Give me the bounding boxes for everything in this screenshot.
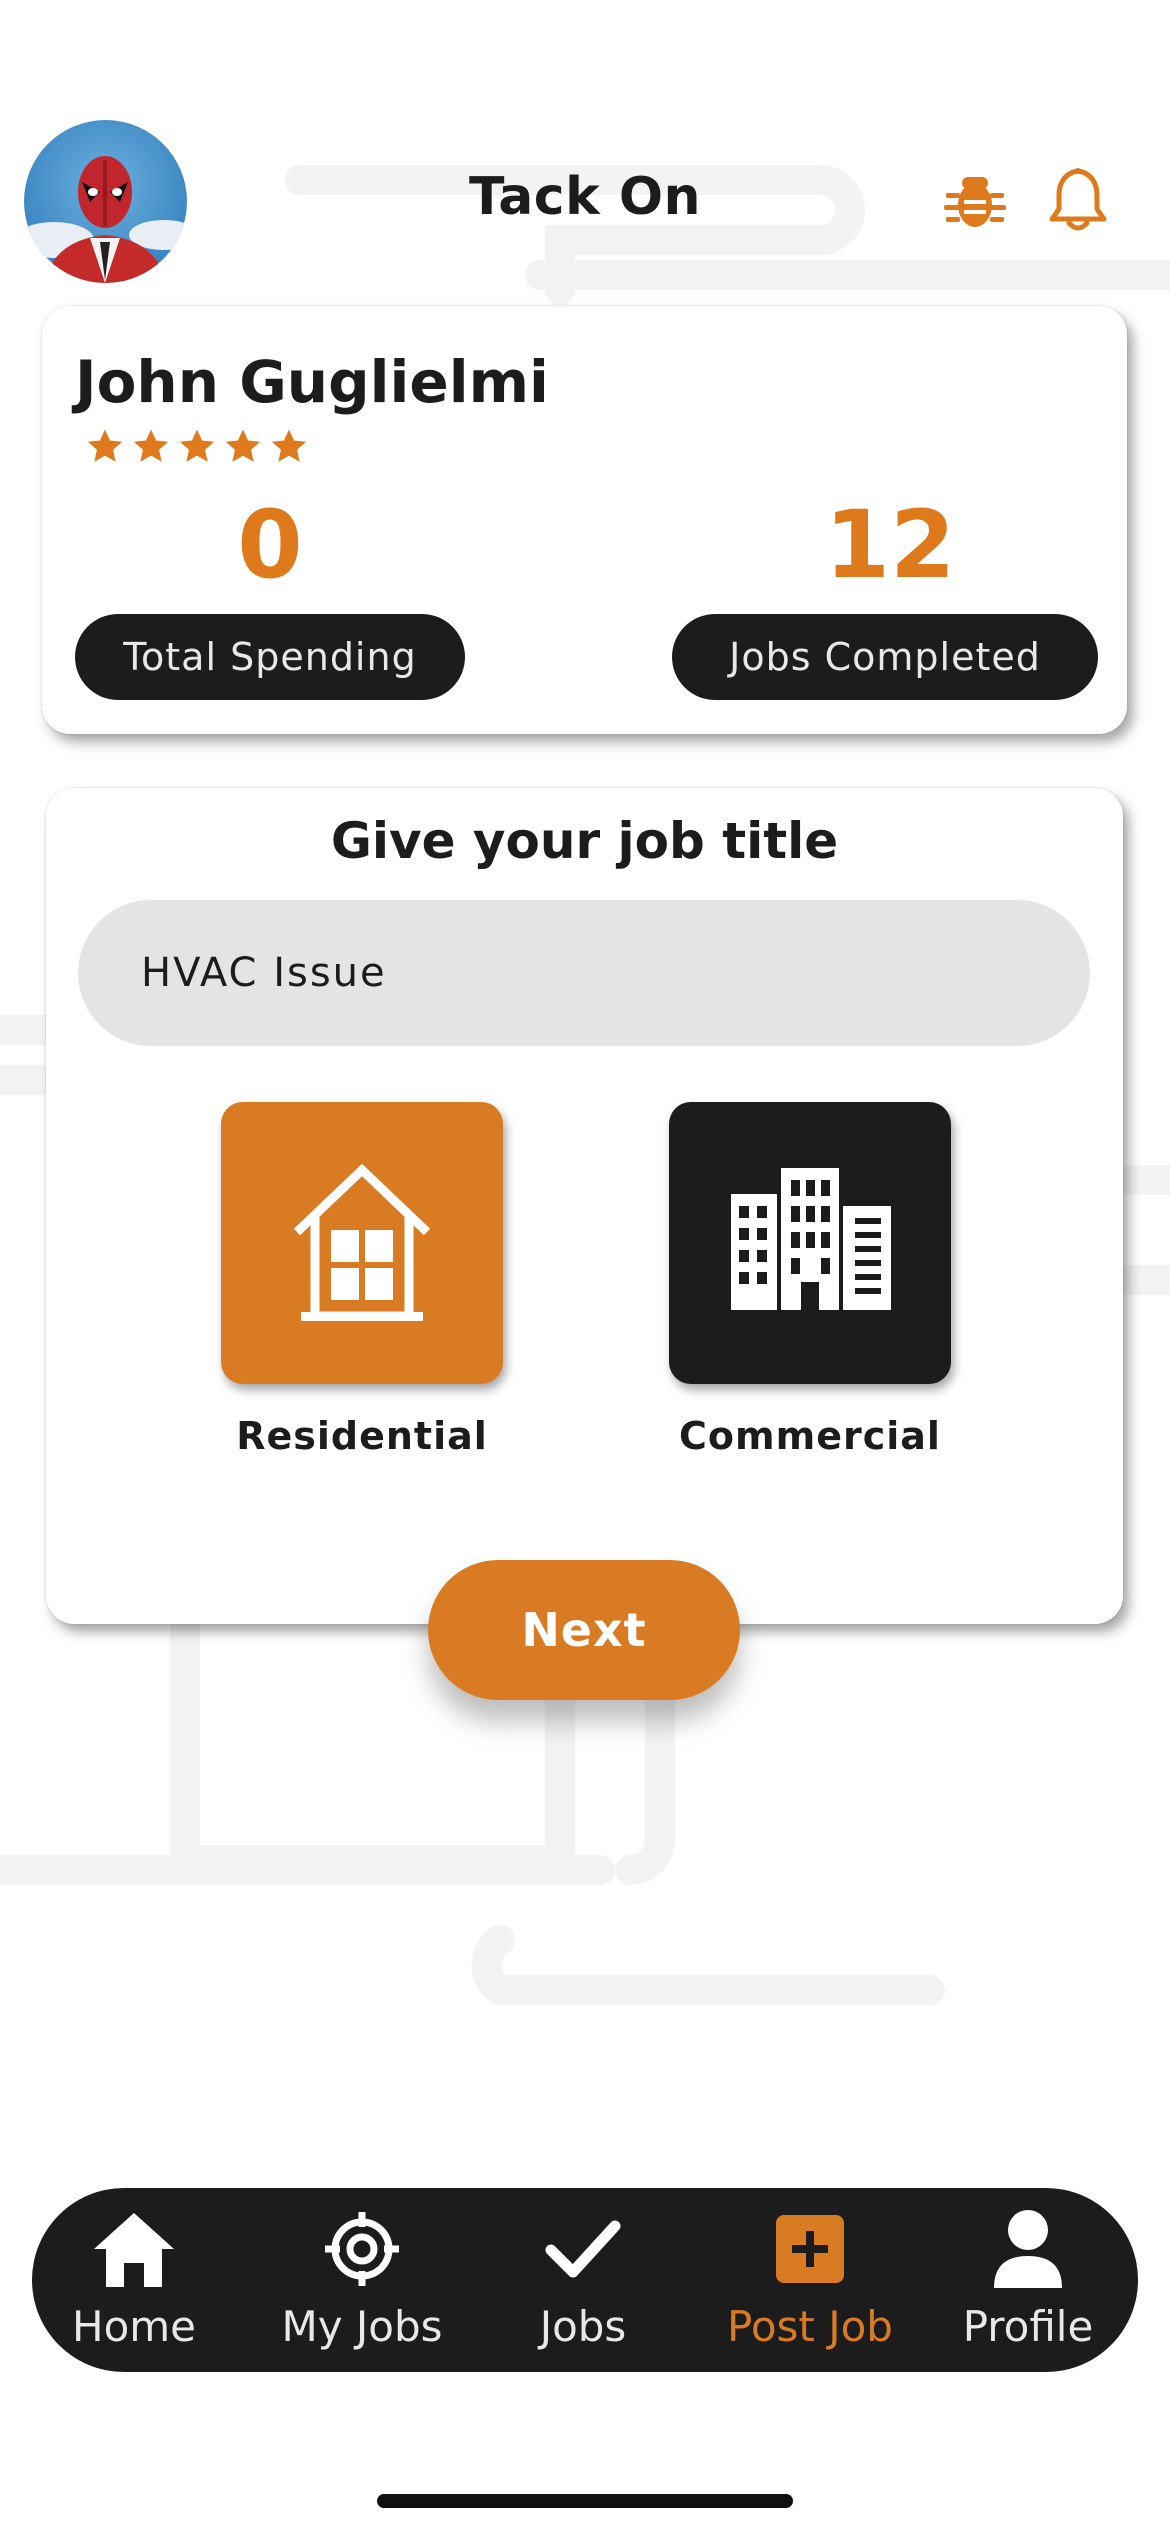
- notification-bell-icon[interactable]: [1043, 165, 1113, 235]
- person-icon: [984, 2208, 1072, 2290]
- checkmark-icon: [539, 2208, 627, 2290]
- tab-jobs[interactable]: Jobs: [478, 2188, 688, 2372]
- star-icon: [271, 429, 307, 462]
- tab-profile[interactable]: Profile: [923, 2188, 1133, 2372]
- job-title-input[interactable]: [78, 900, 1090, 1046]
- residential-tile[interactable]: [221, 1102, 503, 1384]
- star-rating: [84, 426, 310, 468]
- job-title-heading: Give your job title: [330, 812, 839, 870]
- bug-report-icon[interactable]: [940, 165, 1010, 235]
- tab-post-job-label: Post Job: [727, 2302, 893, 2351]
- top-header: Tack On: [0, 115, 1170, 290]
- commercial-option[interactable]: Commercial: [669, 1102, 951, 1458]
- residential-label: Residential: [236, 1414, 488, 1458]
- user-name: John Guglielmi: [75, 348, 549, 416]
- star-icon: [87, 429, 123, 462]
- profile-summary-card: John Guglielmi 0 12 Total Spending Jobs …: [42, 306, 1127, 734]
- star-icon: [179, 429, 215, 462]
- jobs-completed-label: Jobs Completed: [672, 614, 1098, 700]
- jobs-completed-value: 12: [824, 491, 956, 600]
- total-spending-label: Total Spending: [75, 614, 465, 700]
- commercial-label: Commercial: [679, 1414, 941, 1458]
- star-icon: [133, 429, 169, 462]
- star-icon: [225, 429, 261, 462]
- office-buildings-icon: [731, 1168, 891, 1310]
- tab-profile-label: Profile: [962, 2302, 1094, 2351]
- crosshair-icon: [318, 2208, 406, 2290]
- house-icon: [293, 1163, 431, 1321]
- residential-option[interactable]: Residential: [221, 1102, 503, 1458]
- post-job-form-card: Give your job title Residential: [46, 788, 1123, 1624]
- next-button[interactable]: Next: [428, 1560, 740, 1700]
- tab-my-jobs-label: My Jobs: [281, 2302, 443, 2351]
- tab-jobs-label: Jobs: [539, 2302, 627, 2351]
- commercial-tile[interactable]: [669, 1102, 951, 1384]
- tab-home-label: Home: [71, 2302, 197, 2351]
- home-indicator[interactable]: [377, 2494, 793, 2508]
- plus-square-icon: [766, 2208, 854, 2290]
- bottom-tab-bar: Home My Jobs Jobs Post Job Profile: [32, 2188, 1138, 2372]
- home-icon: [90, 2208, 178, 2290]
- tab-home[interactable]: Home: [29, 2188, 239, 2372]
- total-spending-value: 0: [237, 491, 303, 600]
- tab-my-jobs[interactable]: My Jobs: [257, 2188, 467, 2372]
- tab-post-job[interactable]: Post Job: [705, 2188, 915, 2372]
